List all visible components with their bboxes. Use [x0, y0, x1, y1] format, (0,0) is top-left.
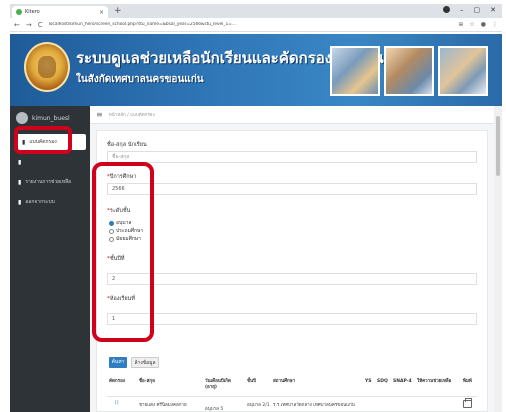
header-banner: ระบบดูแลช่วยเหลือนักเรียนและคัดกรองนักเร… — [10, 34, 502, 106]
table-row: [] ชายแดง ศรีนิลมงคลกาย อนุบาล 5 อนุบาล … — [107, 397, 477, 412]
dob-cell: อนุบาล 5 — [205, 407, 224, 412]
favicon-icon — [16, 9, 22, 15]
col-dob: วันเดือนปีเกิด (อายุ) — [205, 379, 231, 390]
class-input[interactable]: 2 — [107, 273, 477, 285]
hamburger-menu-icon[interactable]: ≡ — [96, 110, 103, 119]
tab-close-icon[interactable]: × — [99, 9, 104, 16]
window-controls: – ▢ ✕ — [443, 6, 496, 14]
user-panel: kimun_buesl — [16, 112, 70, 124]
account-icon[interactable]: ● — [481, 21, 486, 28]
room-input[interactable]: 1 — [107, 313, 477, 325]
url-field[interactable]: localhost/kimun_hero/screen_school.php?s… — [49, 22, 453, 27]
highlight-sidebar-screening — [14, 126, 72, 154]
banner-photo-3 — [438, 46, 488, 96]
new-tab-icon[interactable]: + — [114, 6, 122, 16]
banner-photo-1 — [330, 46, 380, 96]
avatar — [16, 112, 28, 124]
level-cell: อนุบาล 2/1 — [247, 403, 270, 408]
printer-icon[interactable] — [463, 398, 472, 408]
file-icon: ▮ — [18, 158, 22, 166]
browser-tab-bar: Kitero × + – ▢ ✕ — [10, 4, 502, 18]
file-icon: ▮ — [18, 198, 22, 206]
content-topbar: ≡ หน้าหลัก / แบบคัดกรอง — [90, 106, 494, 124]
page-scrollbar[interactable] — [494, 106, 502, 412]
clear-button[interactable]: ล้างข้อมูล — [131, 357, 159, 368]
col-level: ชั้นปี — [247, 379, 256, 384]
sidebar-item-label: รายงานการช่วยเหลือ — [25, 179, 72, 185]
sidebar-item-2[interactable]: ▮ — [10, 152, 90, 172]
col-ys: YS — [365, 379, 372, 384]
zoom-icon[interactable]: ⊕ — [458, 21, 463, 28]
bookmark-star-icon[interactable]: ☆ — [469, 21, 474, 28]
col-snap4: SNAP-4 — [393, 379, 412, 384]
breadcrumb: หน้าหลัก / แบบคัดกรอง — [108, 113, 155, 118]
col-sdq: SDQ — [377, 379, 388, 384]
student-name-label: ชื่อ-สกุล นักเรียน — [107, 142, 147, 148]
col-school: สถานศึกษา — [273, 379, 296, 384]
profile-icon[interactable] — [443, 6, 450, 13]
site-subtitle: ในสังกัดเทศบาลนครขอนแก่น — [76, 74, 204, 85]
more-menu-icon[interactable]: ⋮ — [492, 21, 498, 28]
sidebar-item-logout[interactable]: ▮ ออกจากระบบ — [10, 192, 90, 212]
scrollbar-thumb[interactable] — [496, 116, 500, 176]
col-print: พิมพ์ — [463, 379, 472, 384]
reload-icon[interactable]: C — [38, 21, 43, 29]
back-icon[interactable]: ← — [14, 21, 20, 29]
academic-year-input[interactable]: 2566 — [107, 183, 477, 195]
screen-link[interactable]: [] — [115, 401, 119, 406]
sidebar-item-label: ออกจากระบบ — [25, 199, 55, 205]
username: kimun_buesl — [32, 114, 70, 122]
banner-photo-2 — [384, 46, 434, 96]
search-button[interactable]: ค้นหา — [109, 357, 127, 368]
close-window-icon[interactable]: ✕ — [490, 6, 496, 14]
file-icon: ▮ — [18, 178, 22, 186]
tab-title: Kitero — [25, 9, 40, 15]
maximize-icon[interactable]: ▢ — [474, 6, 481, 14]
col-screen: คัดกรอง — [109, 379, 125, 384]
school-cell: ร.ร.เทศบาลวัดกลาง เทศบาลนครขอนแก่น — [273, 403, 355, 408]
address-bar-actions: ⊕ ☆ ● ⋮ — [458, 21, 498, 28]
col-name: ชื่อ-สกุล — [139, 379, 155, 384]
col-help: ให้ความช่วยเหลือ — [417, 379, 452, 384]
student-name-cell: ชายแดง ศรีนิลมงคลกาย — [139, 403, 187, 408]
municipality-seal-logo — [24, 42, 70, 92]
forward-icon[interactable]: → — [26, 21, 32, 29]
student-name-input[interactable]: ชื่อ-สกุล — [107, 151, 477, 163]
table-header: คัดกรอง ชื่อ-สกุล วันเดือนปีเกิด (อายุ) … — [107, 375, 477, 397]
sidebar-item-report[interactable]: ▮ รายงานการช่วยเหลือ — [10, 172, 90, 192]
address-bar: ← → C localhost/kimun_hero/screen_school… — [10, 18, 502, 32]
minimize-icon[interactable]: – — [460, 6, 464, 14]
highlight-form-fields — [92, 162, 154, 342]
search-form-card: ชื่อ-สกุล นักเรียน ชื่อ-สกุล *ปีการศึกษา… — [96, 130, 488, 412]
browser-tab[interactable]: Kitero × — [12, 6, 108, 18]
results-table: คัดกรอง ชื่อ-สกุล วันเดือนปีเกิด (อายุ) … — [107, 375, 477, 412]
